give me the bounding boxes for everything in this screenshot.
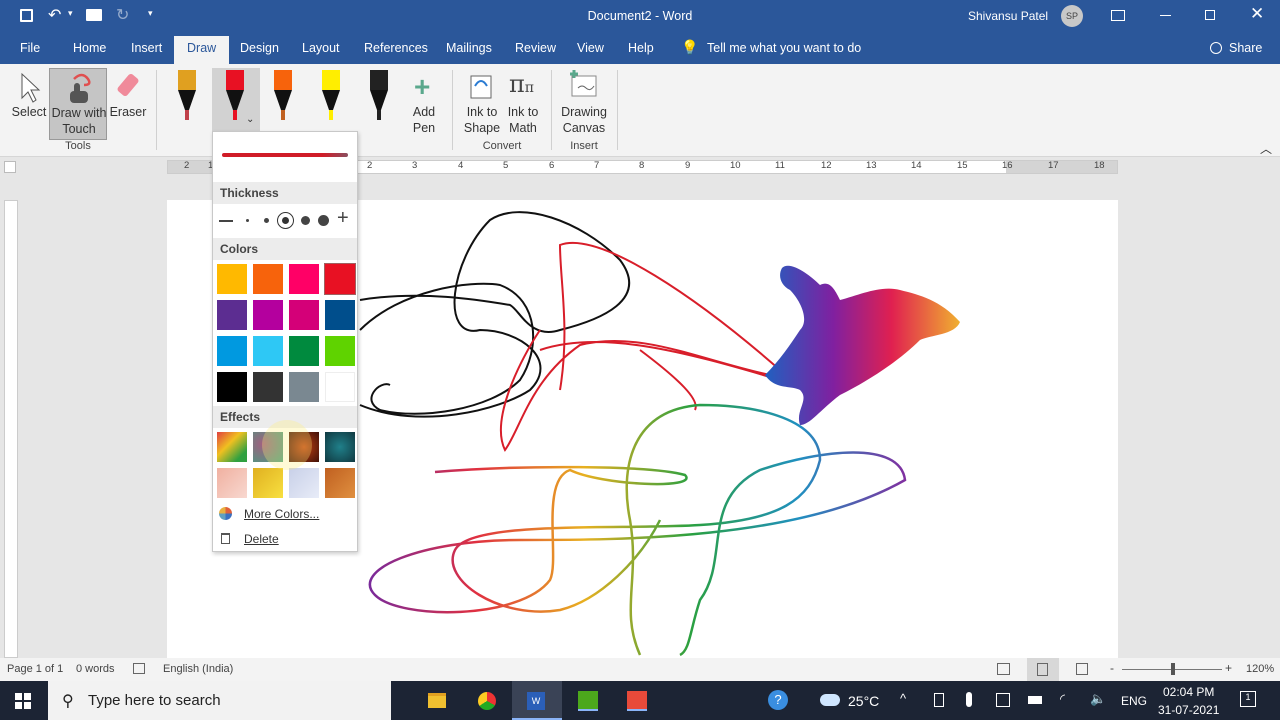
black-ink-stroke bbox=[359, 211, 631, 418]
color-swatch[interactable] bbox=[289, 264, 319, 294]
search-icon: ⚲ bbox=[62, 693, 74, 710]
color-wheel-icon bbox=[219, 507, 232, 520]
color-swatch[interactable] bbox=[217, 264, 247, 294]
taskbar: ⚲ Type here to search W ? 25°C ^ ◜ 🔈 ENG… bbox=[0, 681, 1280, 720]
thickness-increase-icon[interactable]: + bbox=[337, 207, 349, 230]
thickness-decrease-icon[interactable] bbox=[219, 220, 233, 222]
effect-swatch-gold[interactable] bbox=[253, 468, 283, 498]
language[interactable]: English (India) bbox=[163, 663, 233, 675]
volume-icon[interactable]: 🔈 bbox=[1090, 691, 1106, 707]
color-swatch[interactable] bbox=[217, 300, 247, 330]
thickness-option-5[interactable] bbox=[318, 215, 329, 226]
help-icon[interactable]: ? bbox=[768, 690, 788, 710]
color-swatch[interactable] bbox=[253, 372, 283, 402]
zoom-in-button[interactable]: + bbox=[1225, 661, 1232, 675]
web-layout-icon[interactable] bbox=[1076, 663, 1088, 675]
thickness-heading: Thickness bbox=[213, 182, 357, 204]
pen-stroke-preview bbox=[222, 153, 348, 157]
color-swatch[interactable] bbox=[324, 263, 356, 295]
color-swatch[interactable] bbox=[253, 336, 283, 366]
color-swatch[interactable] bbox=[253, 300, 283, 330]
color-swatch[interactable] bbox=[217, 372, 247, 402]
pen-options-dropdown: Thickness + Colors Effects More Colors..… bbox=[212, 131, 358, 552]
zoom-slider-thumb[interactable] bbox=[1171, 663, 1175, 675]
clock-date[interactable]: 31-07-2021 bbox=[1158, 703, 1219, 717]
pen-icon bbox=[322, 70, 340, 120]
color-swatch[interactable] bbox=[289, 372, 319, 402]
pen-icon bbox=[274, 70, 292, 120]
pen-2[interactable] bbox=[222, 70, 248, 122]
colors-heading: Colors bbox=[213, 238, 357, 260]
thickness-option-3-selected[interactable] bbox=[277, 212, 294, 229]
color-swatch[interactable] bbox=[325, 336, 355, 366]
chrome-icon[interactable] bbox=[478, 692, 496, 710]
zoom-out-button[interactable]: - bbox=[1110, 661, 1114, 675]
thickness-option-1[interactable] bbox=[246, 219, 249, 222]
camtasia-red-icon[interactable] bbox=[627, 691, 647, 711]
color-swatch[interactable] bbox=[325, 372, 355, 402]
read-mode-icon[interactable] bbox=[997, 663, 1010, 675]
pen-4[interactable] bbox=[318, 70, 344, 122]
tray-device-icon[interactable] bbox=[934, 693, 944, 707]
delete-button[interactable]: Delete bbox=[213, 529, 357, 551]
zoom-level[interactable]: 120% bbox=[1246, 663, 1274, 675]
glitter-cat-drawing bbox=[765, 265, 960, 425]
thickness-option-4[interactable] bbox=[301, 216, 310, 225]
input-language[interactable]: ENG bbox=[1121, 694, 1147, 708]
notification-count: 1 bbox=[1245, 692, 1251, 702]
thickness-option-2[interactable] bbox=[264, 218, 269, 223]
pen-icon bbox=[370, 70, 388, 120]
file-explorer-icon[interactable] bbox=[428, 693, 446, 708]
wifi-icon[interactable]: ◜ bbox=[1060, 691, 1065, 707]
windows-start-icon[interactable] bbox=[15, 693, 31, 709]
microphone-icon[interactable] bbox=[966, 692, 972, 707]
app-tray-icon[interactable] bbox=[996, 693, 1010, 707]
more-colors-label: More Colors... bbox=[244, 507, 320, 521]
pen-dropdown-chevron-icon[interactable]: ⌄ bbox=[246, 114, 254, 125]
clock-time[interactable]: 02:04 PM bbox=[1163, 685, 1214, 699]
rainbow-ink-stroke bbox=[368, 403, 907, 657]
proofing-icon[interactable] bbox=[133, 663, 145, 674]
weather-temp[interactable]: 25°C bbox=[848, 693, 879, 709]
more-colors-button[interactable]: More Colors... bbox=[213, 504, 357, 526]
pen-icon bbox=[226, 70, 244, 120]
effect-swatch-rose-gold[interactable] bbox=[217, 468, 247, 498]
tray-chevron-icon[interactable]: ^ bbox=[900, 691, 906, 706]
pen-5[interactable] bbox=[366, 70, 392, 122]
delete-label: Delete bbox=[244, 532, 279, 546]
pen-icon bbox=[178, 70, 196, 120]
effect-swatch-ocean[interactable] bbox=[325, 432, 355, 462]
word-taskbar-icon[interactable]: W bbox=[512, 681, 562, 720]
print-layout-icon[interactable] bbox=[1027, 658, 1059, 681]
battery-icon[interactable] bbox=[1028, 696, 1042, 704]
weather-cloud-icon[interactable] bbox=[820, 694, 840, 706]
mouse-cursor-highlight bbox=[262, 420, 312, 470]
thickness-options: + bbox=[213, 207, 357, 232]
trash-icon bbox=[221, 533, 230, 544]
notification-icon[interactable]: 1 bbox=[1240, 691, 1256, 707]
color-swatch[interactable] bbox=[217, 336, 247, 366]
color-swatch[interactable] bbox=[253, 264, 283, 294]
color-swatch[interactable] bbox=[325, 300, 355, 330]
search-placeholder: Type here to search bbox=[88, 692, 221, 709]
effect-swatch-bronze[interactable] bbox=[325, 468, 355, 498]
pen-1[interactable] bbox=[174, 70, 200, 122]
camtasia-green-icon[interactable] bbox=[578, 691, 598, 711]
color-swatch[interactable] bbox=[289, 336, 319, 366]
pen-3[interactable] bbox=[270, 70, 296, 122]
taskbar-search-box[interactable]: ⚲ Type here to search bbox=[48, 681, 391, 720]
status-bar: Page 1 of 1 0 words English (India) - + … bbox=[0, 658, 1280, 681]
page-count[interactable]: Page 1 of 1 bbox=[7, 663, 63, 675]
effect-swatch-silver[interactable] bbox=[289, 468, 319, 498]
effect-swatch-rainbow[interactable] bbox=[217, 432, 247, 462]
word-count[interactable]: 0 words bbox=[76, 663, 115, 675]
red-ink-stroke bbox=[499, 242, 781, 452]
color-swatch[interactable] bbox=[289, 300, 319, 330]
